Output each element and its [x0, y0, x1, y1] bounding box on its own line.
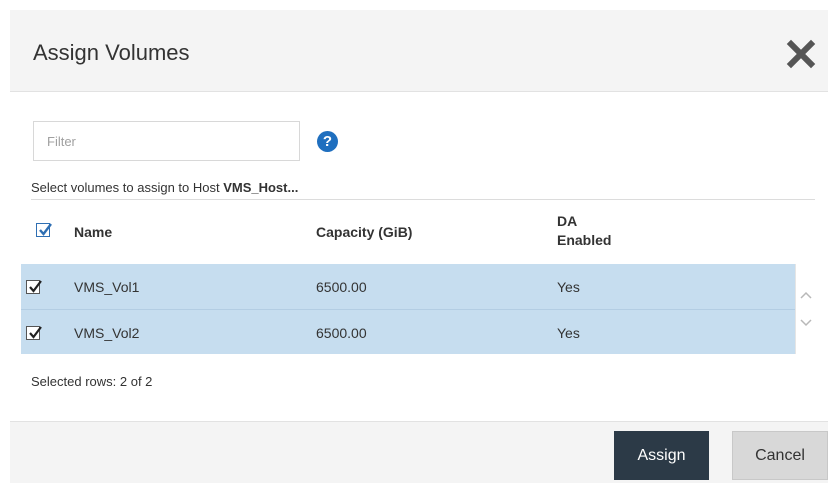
filter-input[interactable] [33, 121, 300, 161]
select-all-checkbox-box [36, 223, 52, 237]
column-header-name[interactable]: Name [74, 224, 112, 240]
dialog-header: Assign Volumes [10, 10, 828, 92]
table-scrollbar[interactable] [795, 264, 815, 354]
selected-rows-count: Selected rows: 2 of 2 [31, 374, 153, 389]
cell-capacity: 6500.00 [316, 325, 367, 341]
cell-da-enabled: Yes [557, 325, 580, 341]
scroll-up-icon[interactable] [800, 286, 812, 304]
help-icon[interactable]: ? [317, 131, 338, 152]
instruction-text: Select volumes to assign to Host VMS_Hos… [31, 180, 298, 195]
table-body: VMS_Vol1 6500.00 Yes VMS_Vol2 6500.00 Ye… [21, 264, 815, 354]
cell-da-enabled: Yes [557, 279, 580, 295]
cell-name: VMS_Vol1 [74, 279, 140, 295]
cell-capacity: 6500.00 [316, 279, 367, 295]
assign-button[interactable]: Assign [614, 431, 709, 480]
cancel-button[interactable]: Cancel [732, 431, 828, 480]
table-header-divider [31, 199, 815, 200]
table-row[interactable]: VMS_Vol2 6500.00 Yes [21, 309, 815, 354]
select-all-checkbox[interactable] [36, 223, 52, 240]
cell-name: VMS_Vol2 [74, 325, 140, 341]
instruction-prefix: Select volumes to assign to Host [31, 180, 224, 195]
column-header-capacity[interactable]: Capacity (GiB) [316, 224, 412, 240]
table-row[interactable]: VMS_Vol1 6500.00 Yes [21, 264, 815, 309]
dialog-title: Assign Volumes [33, 40, 190, 65]
close-icon[interactable] [785, 38, 817, 70]
host-name: VMS_Host... [223, 180, 299, 195]
scroll-down-icon[interactable] [800, 314, 812, 332]
column-header-da-line1: DA [557, 213, 578, 229]
column-header-da-line2: Enabled [557, 232, 612, 248]
row-checkbox[interactable] [26, 326, 42, 340]
row-checkbox[interactable] [26, 280, 42, 294]
column-header-da-enabled[interactable]: DA Enabled [557, 212, 611, 250]
